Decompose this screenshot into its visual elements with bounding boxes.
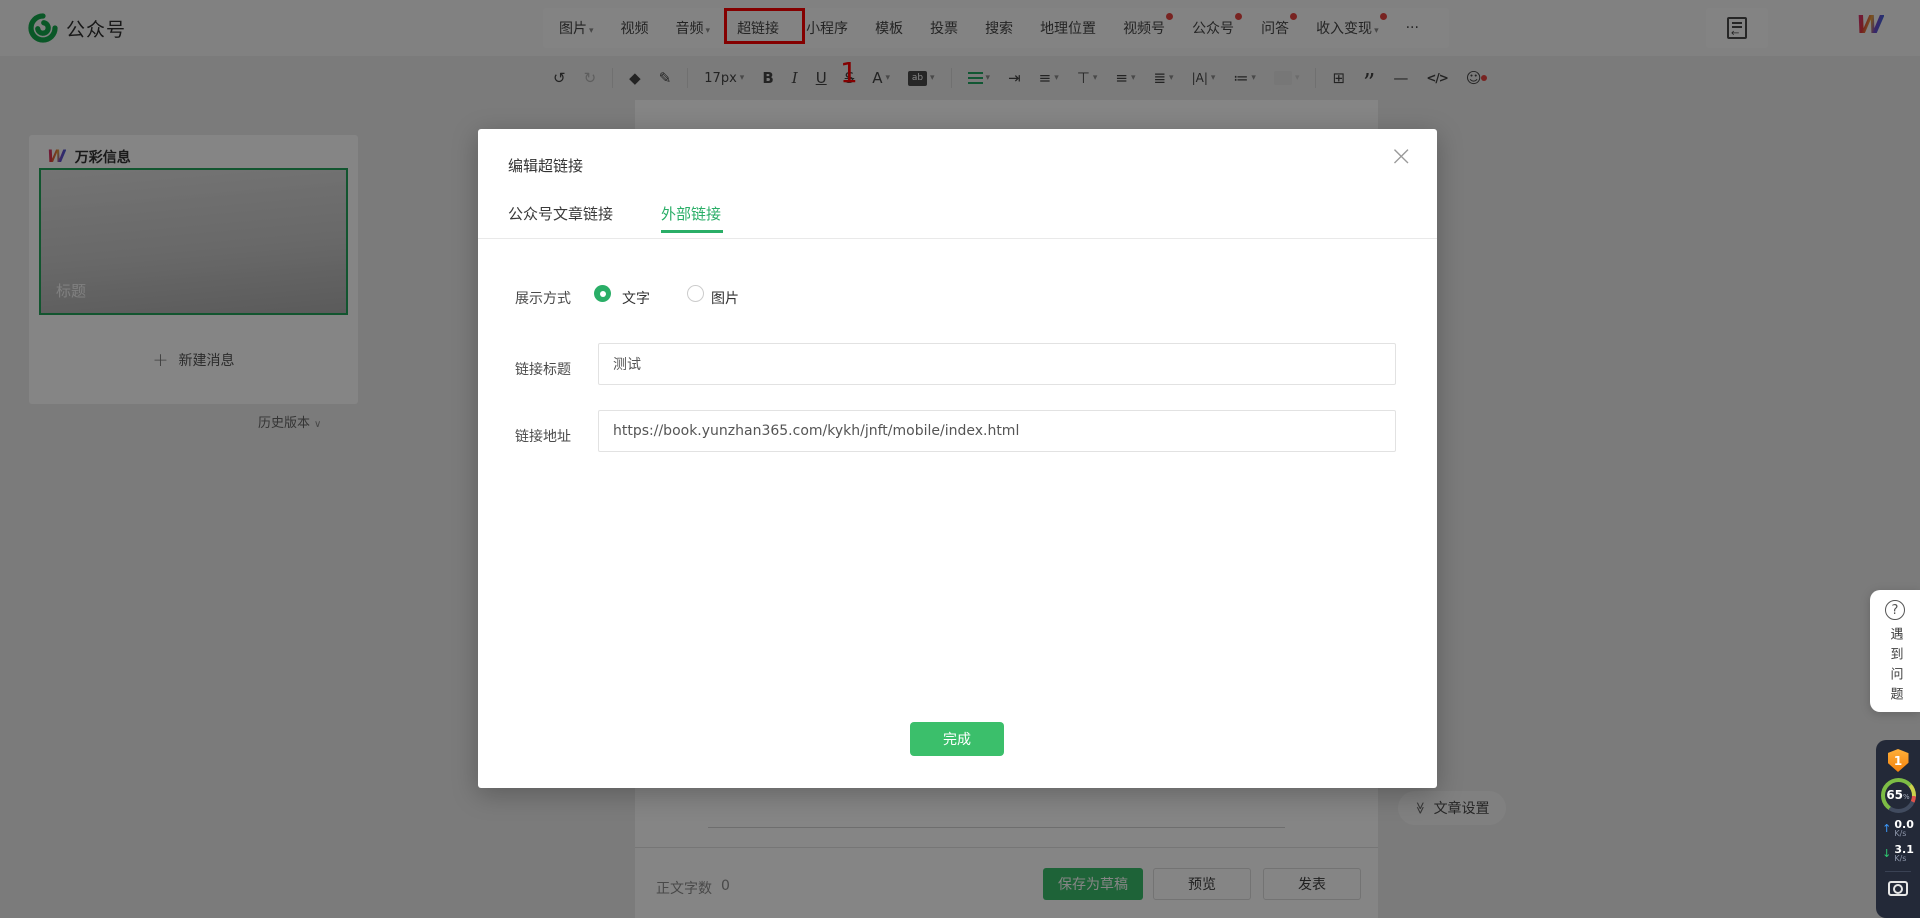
memory-usage-gauge[interactable]: 65% bbox=[1881, 778, 1916, 813]
display-mode-label: 展示方式 bbox=[515, 288, 571, 308]
download-speed-unit: K/s bbox=[1894, 855, 1906, 863]
system-monitor-widget[interactable]: 1 65% ↑ 0.0 K/s ↓ 3.1 K/s bbox=[1876, 740, 1920, 918]
upload-speed-unit: K/s bbox=[1894, 830, 1906, 838]
percent-unit: % bbox=[1903, 793, 1910, 801]
done-button[interactable]: 完成 bbox=[910, 722, 1004, 756]
memory-percent-value: 65 bbox=[1886, 788, 1903, 802]
widget-divider bbox=[1885, 871, 1911, 872]
dialog-title: 编辑超链接 bbox=[508, 155, 583, 176]
upload-speed-row: ↑ 0.0 K/s bbox=[1882, 819, 1914, 838]
tab-external-link[interactable]: 外部链接 bbox=[661, 203, 721, 224]
radio-image-unselected[interactable] bbox=[687, 285, 704, 302]
tabs-divider bbox=[478, 238, 1437, 239]
radio-text-label[interactable]: 文字 bbox=[622, 288, 650, 308]
download-speed-row: ↓ 3.1 K/s bbox=[1882, 844, 1914, 863]
link-url-input[interactable] bbox=[598, 410, 1396, 452]
radio-image-label[interactable]: 图片 bbox=[711, 288, 739, 308]
screenshot-camera-icon[interactable] bbox=[1888, 881, 1908, 896]
help-panel-label: 遇到问题 bbox=[1886, 627, 1905, 707]
radio-text-selected[interactable] bbox=[594, 285, 611, 302]
help-feedback-panel[interactable]: ? 遇到问题 bbox=[1870, 590, 1920, 712]
link-title-label: 链接标题 bbox=[515, 359, 571, 379]
edit-hyperlink-dialog: 编辑超链接 × 公众号文章链接 外部链接 展示方式 文字 图片 链接标题 链接地… bbox=[478, 129, 1437, 788]
question-mark-icon: ? bbox=[1885, 600, 1905, 620]
active-tab-underline bbox=[661, 230, 723, 233]
security-shield-icon[interactable]: 1 bbox=[1888, 749, 1909, 772]
down-arrow-icon: ↓ bbox=[1882, 848, 1891, 859]
close-icon[interactable]: × bbox=[1390, 139, 1413, 172]
tab-official-article-link[interactable]: 公众号文章链接 bbox=[508, 203, 613, 224]
link-title-input[interactable] bbox=[598, 343, 1396, 385]
link-url-label: 链接地址 bbox=[515, 426, 571, 446]
up-arrow-icon: ↑ bbox=[1882, 823, 1891, 834]
